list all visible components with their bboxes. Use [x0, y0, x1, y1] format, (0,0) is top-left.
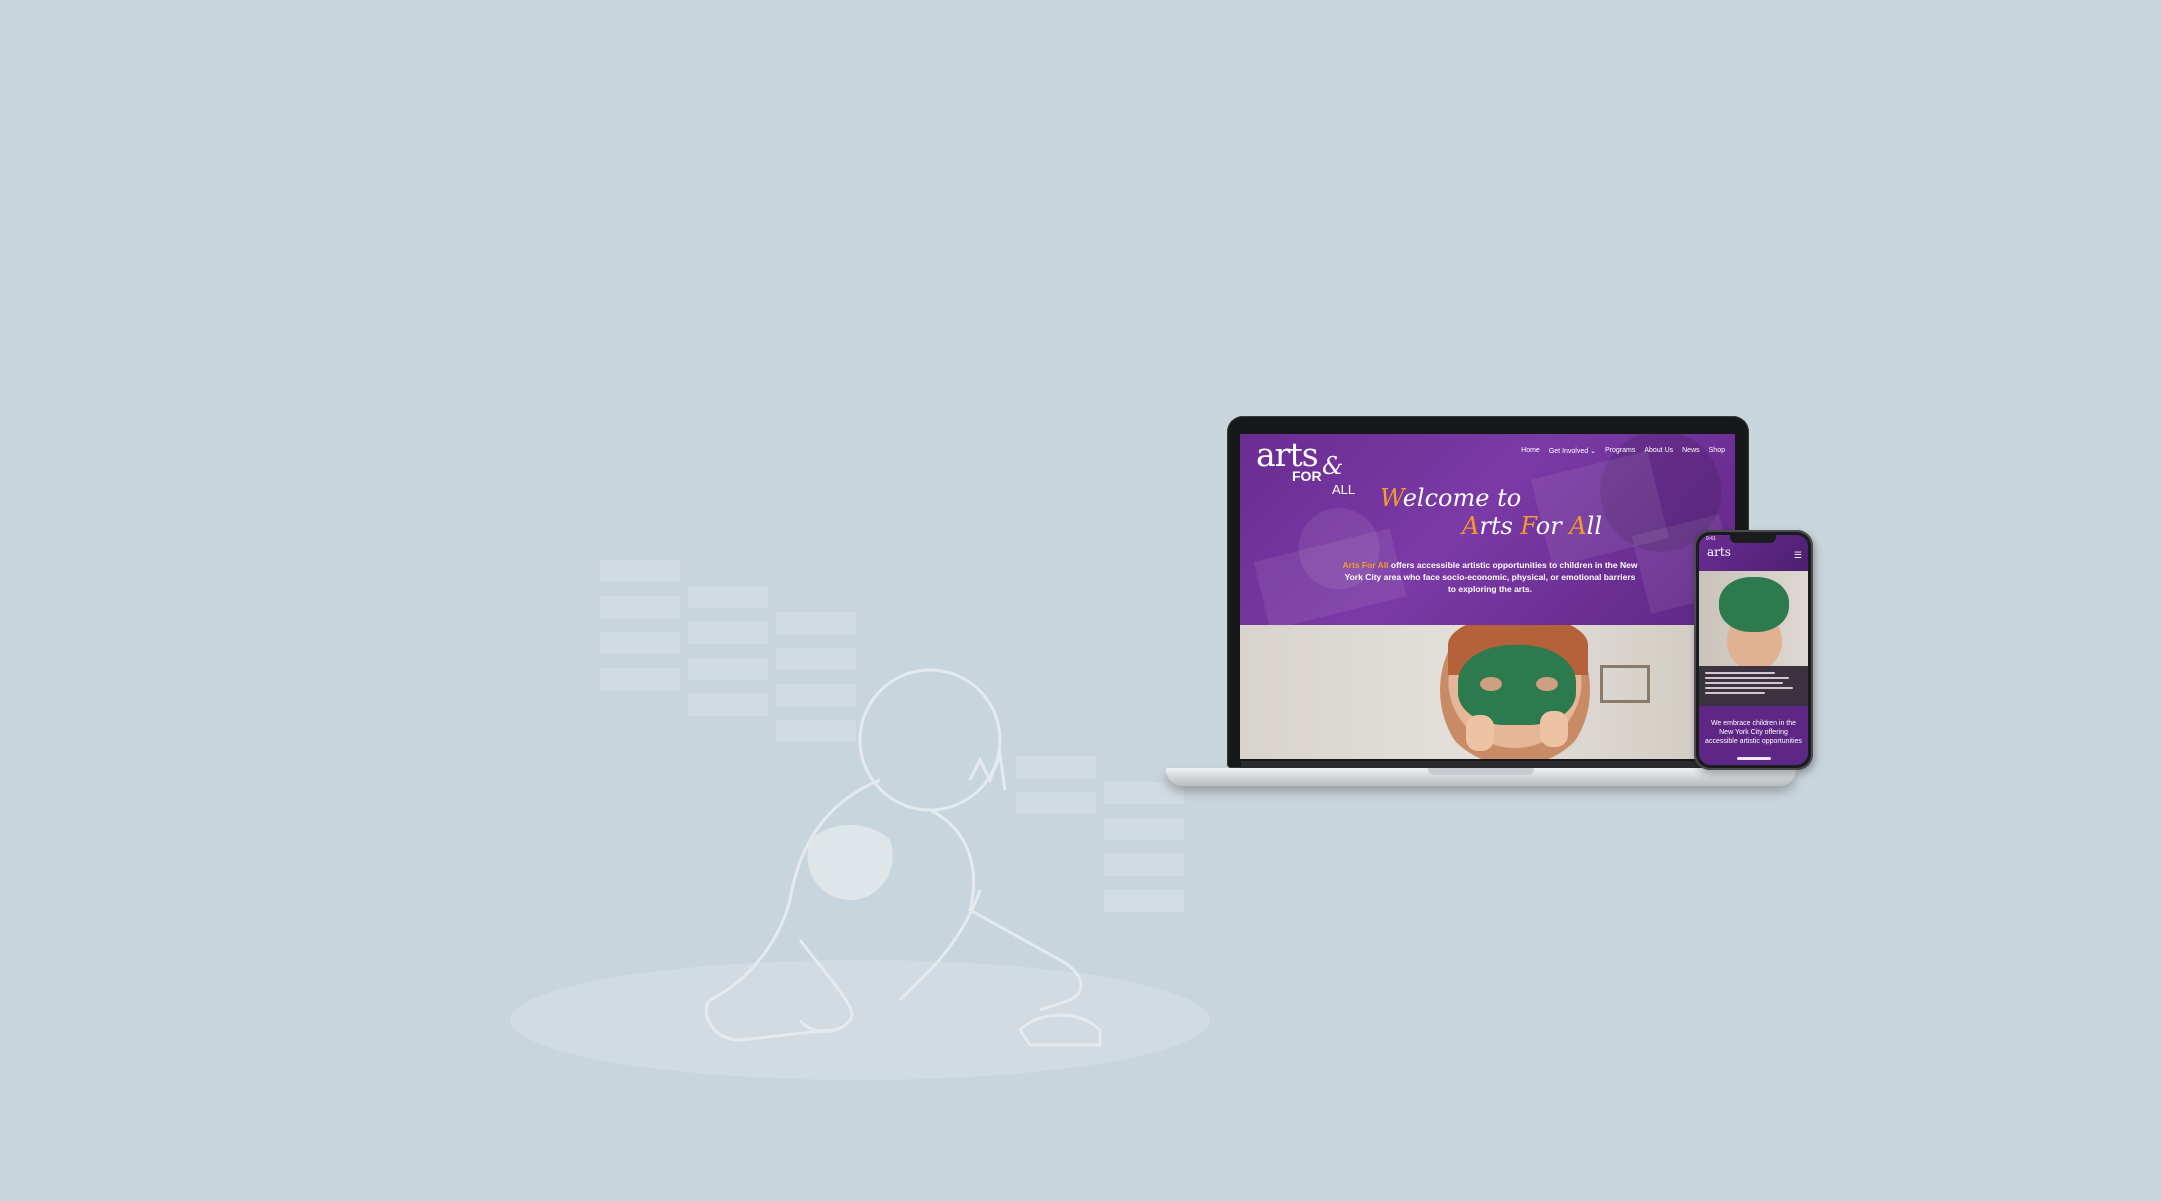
laptop-notch [1428, 768, 1534, 775]
logo-all-text: ALL [1332, 482, 1356, 497]
nav-news[interactable]: News [1682, 447, 1700, 455]
nav-shop[interactable]: Shop [1709, 447, 1725, 455]
phone-text-block [1699, 666, 1808, 706]
nav-programs[interactable]: Programs [1605, 447, 1635, 455]
logo-for-text: FOR [1292, 468, 1322, 484]
phone-purple-section: We embrace children in the New York City… [1699, 706, 1808, 765]
hero-description: Arts For All offers accessible artistic … [1340, 559, 1640, 595]
laptop-screen: arts & FOR ALL Home Get Involved ⌄ Progr… [1240, 434, 1735, 759]
main-navigation: Home Get Involved ⌄ Programs About Us Ne… [1521, 447, 1725, 455]
hero-title-word: or [1535, 512, 1570, 540]
phone-cta-button[interactable] [1737, 757, 1771, 760]
hero-title-initial: F [1520, 512, 1536, 540]
nav-about-us[interactable]: About Us [1644, 447, 1673, 455]
logo-ampersand: & [1322, 452, 1344, 480]
chevron-down-icon: ⌄ [1590, 448, 1596, 455]
phone-status-time: 9:41 [1706, 536, 1716, 542]
phone-screen: 9:41 arts ☰ We embrace children in the N… [1699, 535, 1808, 765]
child-mask-photo [1240, 625, 1735, 759]
hero-title-initial: A [1569, 512, 1587, 540]
phone-site-logo[interactable]: arts [1707, 545, 1731, 559]
hero-title-line1: Welcome to [1380, 484, 1735, 512]
phone-caption: We embrace children in the New York City… [1705, 720, 1802, 745]
hamburger-icon[interactable]: ☰ [1794, 550, 1802, 561]
site-logo[interactable]: arts & FOR ALL [1256, 435, 1355, 497]
hero-section: arts & FOR ALL Home Get Involved ⌄ Progr… [1240, 434, 1735, 630]
hero-desc-highlight: Arts For All [1342, 559, 1389, 570]
hero-title-initial: A [1462, 512, 1480, 540]
nav-home[interactable]: Home [1521, 447, 1540, 455]
nav-get-involved[interactable]: Get Involved ⌄ [1549, 447, 1596, 455]
phone-photo [1699, 571, 1808, 666]
hero-title-initial: W [1380, 484, 1403, 512]
hero-title-line2: Arts For All [1462, 512, 1735, 540]
nav-get-involved-label: Get Involved [1548, 448, 1589, 455]
logo-arts-text: arts [1256, 435, 1319, 474]
hero-title-word: rts [1479, 512, 1521, 540]
child-illustration [510, 668, 1210, 1080]
phone-mockup: 9:41 arts ☰ We embrace children in the N… [1694, 530, 1813, 770]
phone-notch [1730, 535, 1776, 543]
hero-title-text: elcome to [1402, 484, 1522, 512]
hero-desc-text: offers accessible artistic opportunities… [1344, 559, 1638, 594]
hero-title-word: ll [1586, 512, 1603, 540]
